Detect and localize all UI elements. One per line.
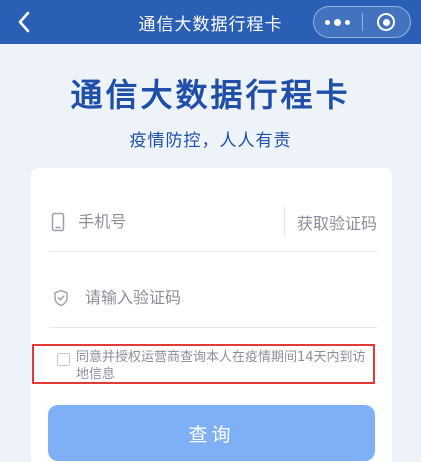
- target-close-icon: [377, 13, 396, 31]
- verification-code-input[interactable]: [85, 277, 377, 318]
- code-row: [49, 268, 377, 328]
- more-dots-icon: [325, 18, 351, 26]
- agreement-highlight-box: 同意并授权运营商查询本人在疫情期间14天内到访地信息: [32, 344, 375, 384]
- phone-icon: [49, 210, 66, 234]
- top-nav-bar: 通信大数据行程卡: [0, 0, 421, 44]
- back-button[interactable]: [6, 4, 42, 40]
- close-mini-program-button[interactable]: [362, 7, 410, 37]
- hero-subtitle: 疫情防控，人人有责: [129, 131, 292, 151]
- phone-row: 获取验证码: [49, 192, 377, 252]
- get-code-button[interactable]: 获取验证码: [297, 210, 377, 234]
- agreement-text: 同意并授权运营商查询本人在疫情期间14天内到访地信息: [76, 350, 366, 382]
- chevron-left-icon: [18, 11, 30, 33]
- shield-icon: [49, 286, 73, 310]
- query-button[interactable]: 查询: [48, 405, 375, 461]
- more-button[interactable]: [314, 7, 362, 37]
- mini-program-capsule: [313, 6, 411, 38]
- get-code-divider: [284, 206, 285, 237]
- nav-title: 通信大数据行程卡: [138, 14, 283, 35]
- login-card: 获取验证码 同意并授权运营商查询本人在疫情期间14天内到访地信息 查询: [31, 168, 392, 462]
- agreement-checkbox[interactable]: [57, 353, 70, 366]
- hero-title: 通信大数据行程卡: [70, 76, 351, 114]
- phone-input[interactable]: [78, 201, 279, 242]
